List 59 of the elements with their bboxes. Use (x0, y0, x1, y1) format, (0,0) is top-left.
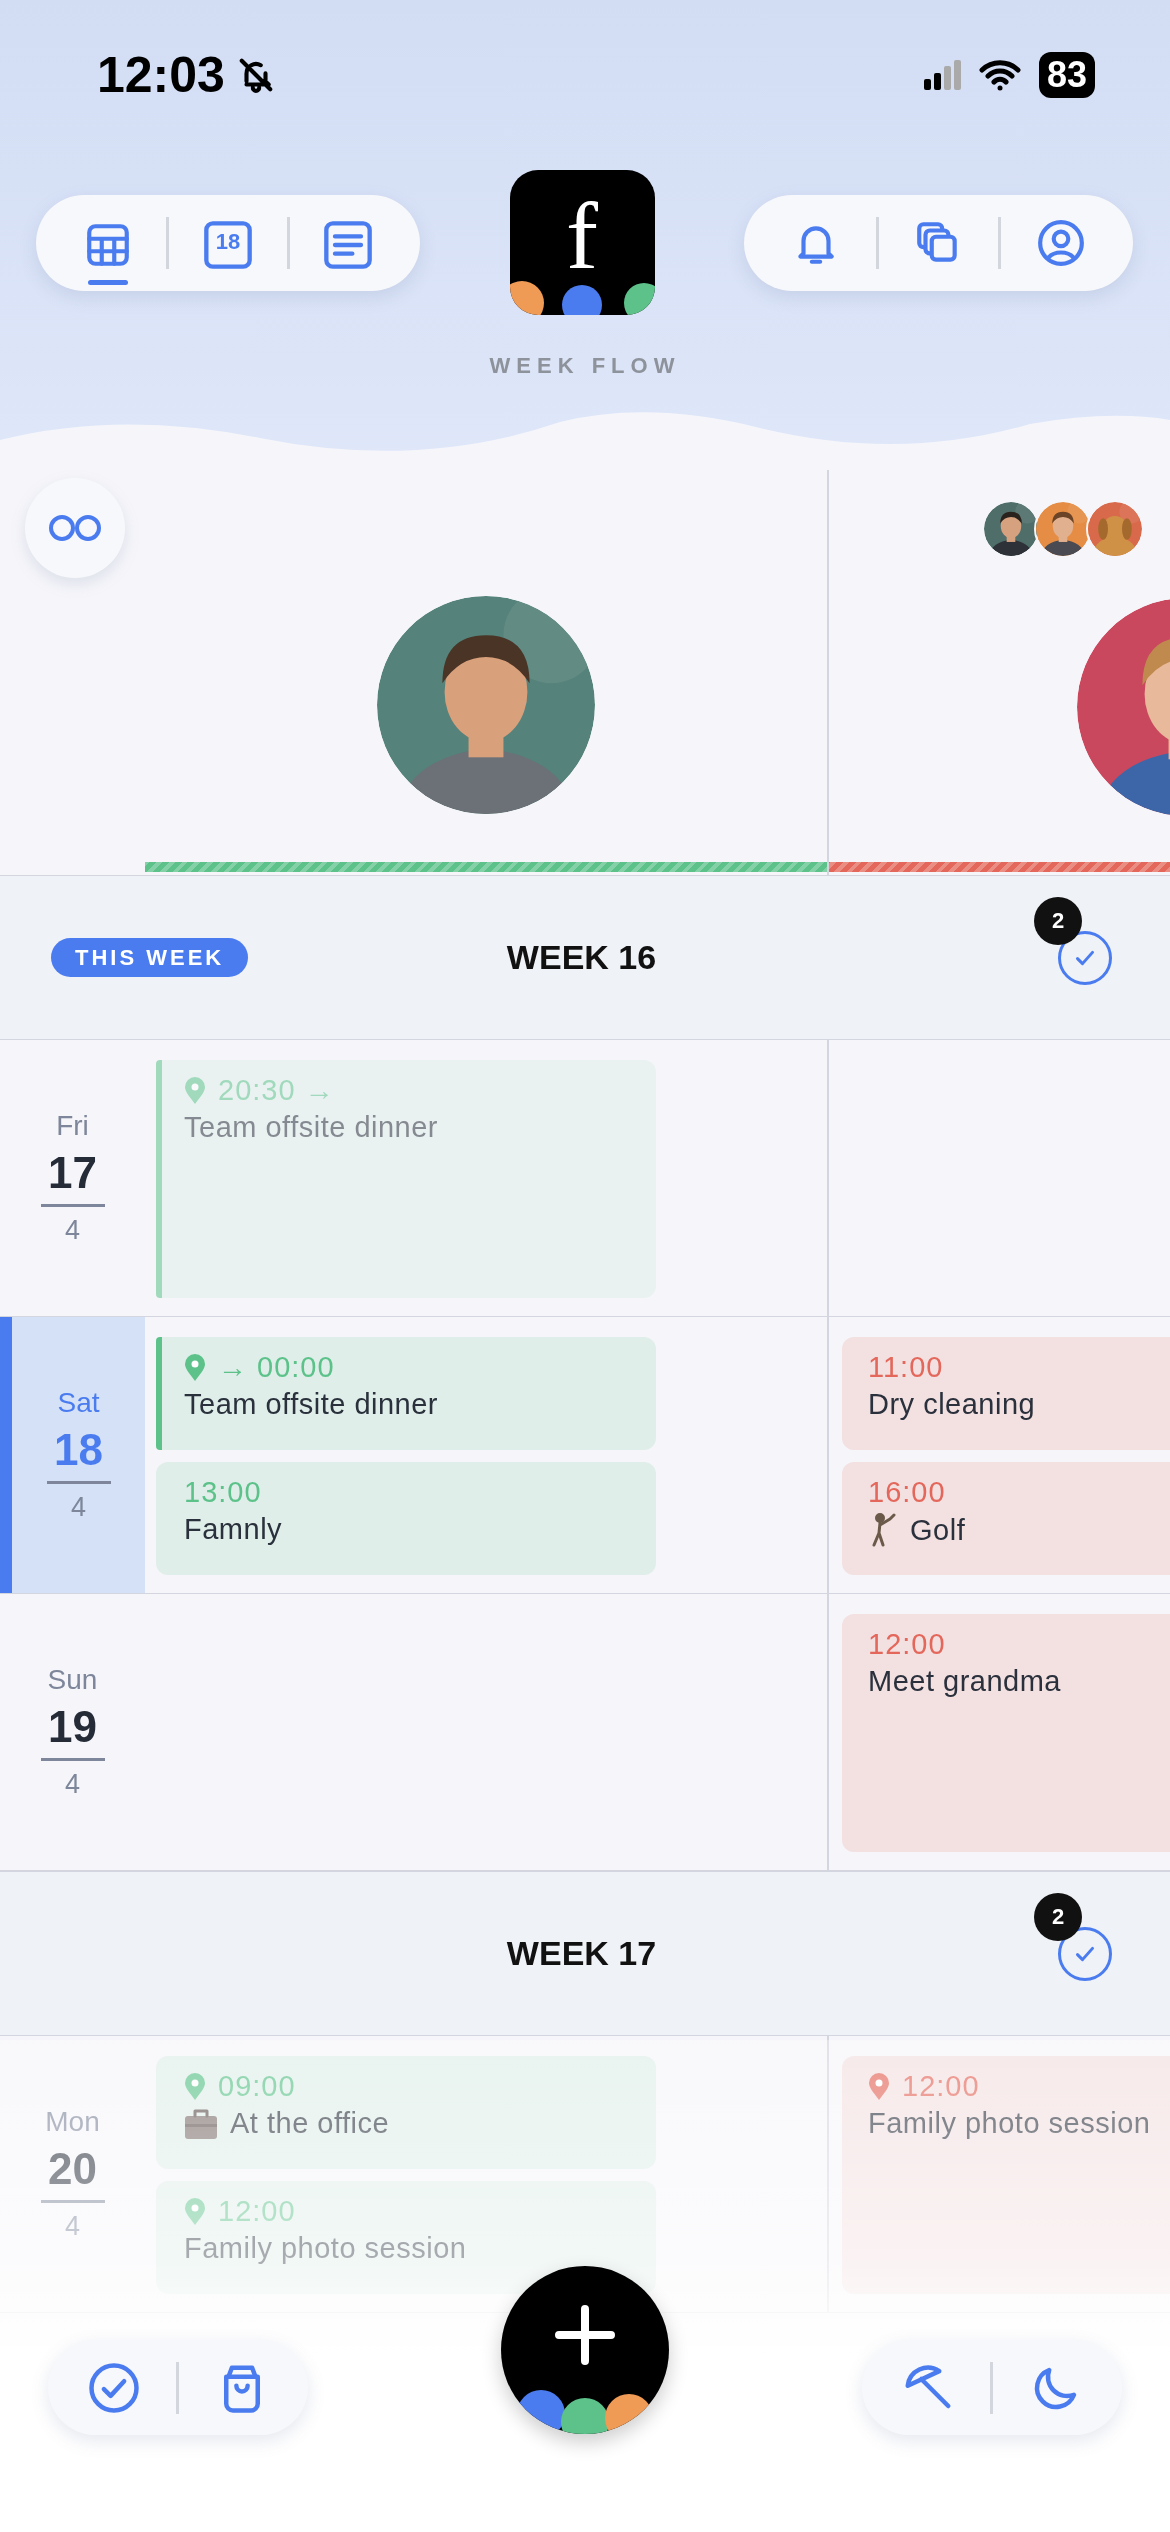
calendar-icon (202, 218, 254, 271)
location-pin-icon (184, 2197, 206, 2226)
app-name: WEEK FLOW (488, 353, 682, 379)
day-number: 20 (40, 2144, 105, 2203)
month-number: 4 (71, 1492, 86, 1523)
event-time: → 00:00 (218, 1351, 335, 1384)
month-number: 4 (65, 2211, 80, 2242)
month-number: 4 (65, 1215, 80, 1246)
wifi-icon (978, 59, 1021, 91)
profile-icon (1035, 217, 1086, 268)
day-number: 17 (40, 1148, 105, 1207)
plus-icon (553, 2303, 617, 2367)
event-title: Dry cleaning (868, 1388, 1036, 1421)
event-time: 13:00 (184, 1476, 262, 1509)
event-title: Team offsite dinner (184, 1111, 438, 1144)
count-badge: 2 (1034, 1892, 1082, 1941)
event-title: Family photo session (868, 2107, 1151, 2140)
event-title: Meet grandma (868, 1665, 1061, 1698)
check-circle-icon (86, 2360, 141, 2415)
event-card[interactable]: 11:00 Dry cleaning (842, 1337, 1170, 1450)
week-title: WEEK 16 (506, 938, 657, 977)
event-title: Golf (910, 1513, 966, 1547)
signal-icon (922, 59, 961, 91)
rings-icon (48, 513, 102, 543)
event-card[interactable]: → 00:00 Team offsite dinner (156, 1337, 656, 1450)
location-pin-icon (184, 1076, 206, 1105)
event-time: 09:00 (218, 2070, 296, 2103)
location-pin-icon (868, 2072, 890, 2101)
app-logo: f (509, 170, 655, 315)
weekday-text: Sat (57, 1387, 100, 1419)
event-title: Team offsite dinner (184, 1388, 438, 1421)
day-number: 19 (40, 1702, 105, 1761)
location-pin-icon (184, 1353, 206, 1382)
event-time: 12:00 (902, 2070, 980, 2103)
event-time: 16:00 (868, 1476, 946, 1509)
day-number: 18 (46, 1425, 111, 1484)
event-time: 12:00 (868, 1628, 946, 1661)
event-card[interactable]: 12:00 Meet grandma (842, 1614, 1170, 1852)
weekday-text: Mon (45, 2106, 100, 2138)
event-card[interactable]: 16:00 Golf (842, 1462, 1170, 1575)
month-number: 4 (65, 1769, 80, 1800)
this-week-badge: THIS WEEK (51, 937, 249, 977)
event-time: 12:00 (218, 2195, 296, 2228)
event-title: Famnly (184, 1513, 283, 1546)
event-time: 11:00 (868, 1351, 944, 1384)
event-card[interactable]: 13:00 Famnly (156, 1462, 656, 1575)
location-pin-icon (184, 2072, 206, 2101)
list-icon (322, 218, 375, 271)
week-title: WEEK 17 (506, 1934, 657, 1973)
day-view-tab[interactable]: 18 (195, 200, 261, 285)
status-time: 12:03 (97, 46, 225, 104)
event-time: 20:30 → (218, 1074, 335, 1107)
count-badge: 2 (1034, 896, 1082, 945)
weekday-text: Sun (47, 1664, 98, 1696)
event-title: Family photo session (184, 2232, 467, 2265)
event-title: At the office (230, 2107, 390, 2140)
weekday-text: Fri (56, 1110, 89, 1142)
battery-indicator: 83 (1038, 52, 1095, 98)
briefcase-icon (184, 2107, 218, 2140)
